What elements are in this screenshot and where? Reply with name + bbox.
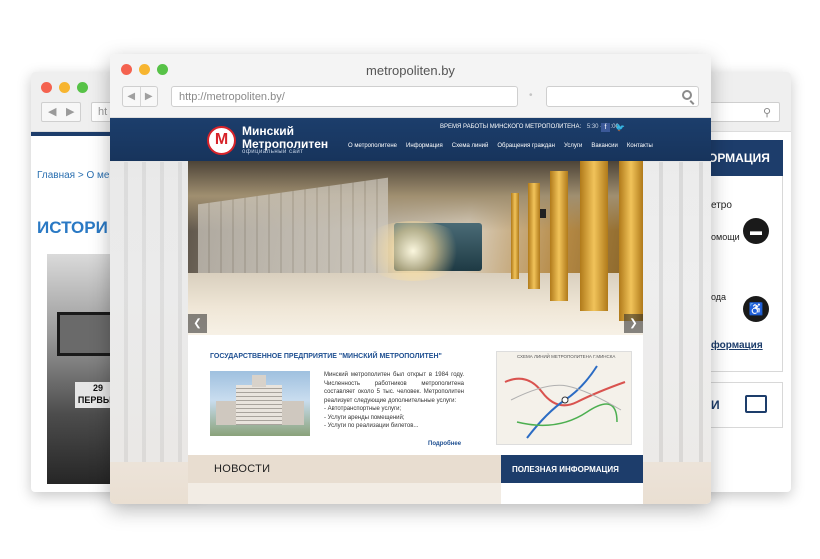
nav-item-info[interactable]: Информация xyxy=(406,143,443,149)
nav-item-vacancies[interactable]: Вакансии xyxy=(591,143,617,149)
nav-buttons: ◀ ▶ xyxy=(122,86,158,107)
secondary-box-label: И xyxy=(711,398,720,412)
metro-logo-icon[interactable] xyxy=(207,126,236,155)
working-hours-label: ВРЕМЯ РАБОТЫ МИНСКОГО МЕТРОПОЛИТЕНА: xyxy=(440,124,582,130)
service-item: - Услуги по реализации билетов... xyxy=(324,423,419,429)
news-list xyxy=(188,483,501,504)
forward-arrow-icon[interactable]: ▶ xyxy=(66,105,74,118)
info-item-text: ода xyxy=(711,292,727,302)
search-input[interactable] xyxy=(546,86,699,107)
info-item-text: етро xyxy=(711,200,732,211)
train-headlight xyxy=(358,221,468,281)
map-line-green xyxy=(516,403,618,427)
nav-item-appeals[interactable]: Обращения граждан xyxy=(497,143,555,149)
map-line-blue xyxy=(526,365,598,439)
hero-slider[interactable]: ❮ ❯ xyxy=(188,161,643,335)
hero-column xyxy=(619,161,643,321)
forward-arrow-icon[interactable]: ▶ xyxy=(141,87,158,106)
building-body xyxy=(236,385,282,425)
working-hours: ВРЕМЯ РАБОТЫ МИНСКОГО МЕТРОПОЛИТЕНА: 5:3… xyxy=(440,124,619,130)
hero-column xyxy=(580,161,608,311)
breadcrumb[interactable]: Главная > О ме xyxy=(37,170,109,181)
useful-info-title: ПОЛЕЗНАЯ ИНФОРМАЦИЯ xyxy=(512,465,619,474)
building-wing xyxy=(216,401,238,425)
main-browser-window: metropoliten.by ◀ ▶ http://metropoliten.… xyxy=(110,54,711,504)
slider-next-button[interactable]: ❯ xyxy=(624,314,643,333)
hero-column xyxy=(511,193,519,279)
logo-subtitle: официальный сайт xyxy=(242,149,304,155)
metro-lines-map[interactable]: СХЕМА ЛИНИЙ МЕТРОПОЛИТЕНА Г.МИНСКА xyxy=(496,351,632,445)
useful-info-header[interactable]: ПОЛЕЗНАЯ ИНФОРМАЦИЯ xyxy=(501,455,643,488)
service-item: - Услуги аренды помещений; xyxy=(324,414,405,421)
background-hall-image xyxy=(643,162,711,462)
service-item: - Автотранспортные услуги; xyxy=(324,406,402,412)
site-logo-text[interactable]: Минский Метрополитен xyxy=(242,125,328,151)
useful-info-panel xyxy=(501,483,643,504)
id-card-icon xyxy=(745,395,767,413)
window-titlebar: metropoliten.by ◀ ▶ http://metropoliten.… xyxy=(110,54,711,118)
more-info-link[interactable]: формация xyxy=(711,340,763,351)
search-icon[interactable] xyxy=(682,90,692,100)
nav-item-about[interactable]: О метрополитене xyxy=(348,143,397,149)
hero-platform xyxy=(188,273,643,335)
org-title: ГОСУДАРСТВЕННОЕ ПРЕДПРИЯТИЕ "МИНСКИЙ МЕТ… xyxy=(210,353,442,360)
building-wing xyxy=(282,401,304,425)
building-tower xyxy=(252,375,266,387)
pedestrian-icon[interactable]: ♿ xyxy=(743,296,769,322)
map-transfer-station xyxy=(561,396,569,404)
headquarters-photo xyxy=(210,371,310,436)
nav-item-services[interactable]: Услуги xyxy=(564,143,582,149)
page-title: ИСТОРИ xyxy=(37,218,108,237)
minimize-window-button[interactable] xyxy=(59,82,70,93)
toolbar-separator: • xyxy=(529,90,533,101)
slider-prev-button[interactable]: ❮ xyxy=(188,314,207,333)
back-arrow-icon[interactable]: ◀ xyxy=(48,105,56,118)
hero-column xyxy=(528,183,540,289)
search-icon[interactable]: ⚲ xyxy=(763,106,771,119)
nav-item-contacts[interactable]: Контакты xyxy=(627,143,653,149)
window-title: metropoliten.by xyxy=(366,63,455,78)
nav-buttons[interactable]: ◀ ▶ xyxy=(41,102,81,122)
read-more-link[interactable]: Подробнее xyxy=(428,441,461,447)
window-controls xyxy=(41,82,88,93)
facebook-icon[interactable]: f xyxy=(601,123,610,132)
address-bar[interactable]: http://metropoliten.by/ xyxy=(171,86,518,107)
site-main-nav: О метрополитене Информация Схема линий О… xyxy=(348,143,653,149)
news-section-header[interactable]: НОВОСТИ xyxy=(188,455,501,483)
twitter-icon[interactable]: 🐦 xyxy=(615,123,625,132)
info-item-text: омощи xyxy=(711,232,740,242)
card-icon[interactable]: ▬ xyxy=(743,218,769,244)
about-section: ГОСУДАРСТВЕННОЕ ПРЕДПРИЯТИЕ "МИНСКИЙ МЕТ… xyxy=(188,335,643,455)
hero-column xyxy=(550,171,568,301)
nav-item-lines-map[interactable]: Схема линий xyxy=(452,143,489,149)
back-arrow-icon[interactable]: ◀ xyxy=(123,87,141,106)
maximize-window-button[interactable] xyxy=(77,82,88,93)
site-header: Минский Метрополитен официальный сайт ВР… xyxy=(110,118,711,161)
close-window-button[interactable] xyxy=(41,82,52,93)
page-viewport[interactable]: Минский Метрополитен официальный сайт ВР… xyxy=(110,118,711,504)
about-paragraph: Минский метрополитен был открыт в 1984 г… xyxy=(324,372,464,404)
metro-map-drawing xyxy=(504,365,626,439)
metro-map-title: СХЕМА ЛИНИЙ МЕТРОПОЛИТЕНА Г.МИНСКА xyxy=(517,354,616,359)
background-hall-image xyxy=(110,162,188,462)
about-text: Минский метрополитен был открыт в 1984 г… xyxy=(324,371,464,431)
news-title: НОВОСТИ xyxy=(214,463,271,475)
